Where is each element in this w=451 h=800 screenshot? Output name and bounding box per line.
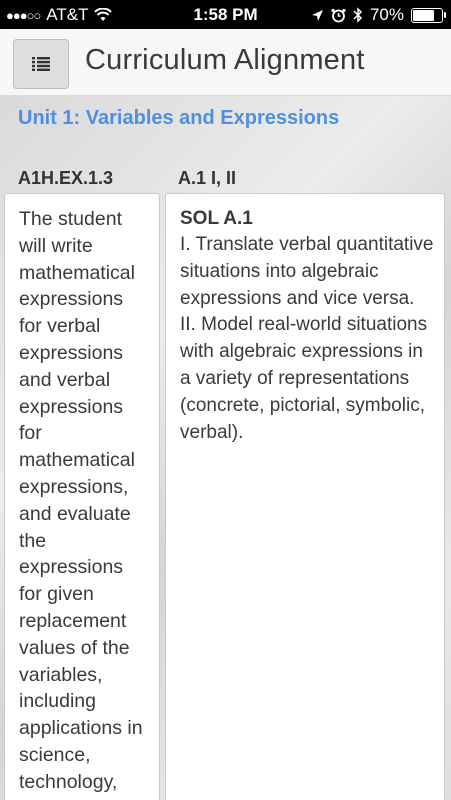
menu-button[interactable] <box>13 39 69 89</box>
sol-item-1: I. Translate verbal quantitative situati… <box>180 234 434 309</box>
sol-reference-header: A.1 I, II <box>178 168 237 188</box>
standard-description: The student will write mathematical expr… <box>19 208 143 793</box>
main-content[interactable]: Unit 1: Variables and Expressions A1H.EX… <box>0 96 451 800</box>
list-icon <box>32 57 50 71</box>
unit-title: Unit 1: Variables and Expressions <box>18 107 340 129</box>
location-arrow-icon <box>311 9 323 21</box>
sol-code: SOL A.1 <box>180 208 253 229</box>
standard-description-card: The student will write mathematical expr… <box>4 193 160 800</box>
battery-level <box>413 9 434 21</box>
sol-item-2: II. Model real-world situations with alg… <box>180 314 428 443</box>
alarm-icon <box>331 8 346 22</box>
bluetooth-icon <box>353 7 363 23</box>
battery-icon <box>411 7 446 23</box>
sol-description-card: SOL A.1 I. Translate verbal quantitative… <box>165 193 445 800</box>
status-right: 70% <box>311 5 446 25</box>
page-title: Curriculum Alignment <box>85 44 365 76</box>
standard-code-header: A1H.EX.1.3 <box>18 168 114 188</box>
app-header: Curriculum Alignment <box>0 29 451 96</box>
status-bar: ●●●○○ AT&T 1:58 PM 70% <box>0 0 451 29</box>
battery-percent: 70% <box>369 5 404 24</box>
